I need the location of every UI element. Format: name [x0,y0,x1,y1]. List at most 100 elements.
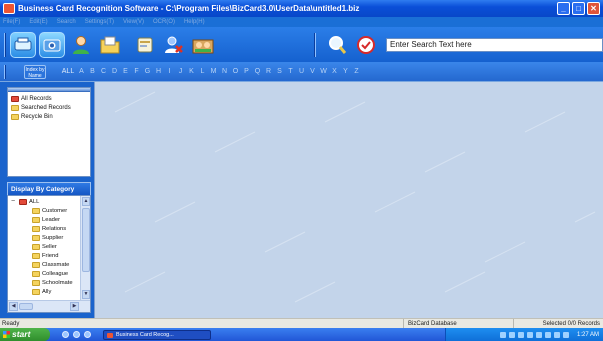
letter-p[interactable]: P [241,68,252,75]
category-item-ally[interactable]: Ally [8,287,80,296]
letter-o[interactable]: O [230,68,241,75]
folder-icon [19,198,27,205]
letter-z[interactable]: Z [351,68,362,75]
letter-all[interactable]: ALL [60,68,76,75]
category-item-supplier[interactable]: Supplier [8,233,80,242]
toolbar: Enter Search Text here [0,27,603,62]
tree-item-searched-records[interactable]: Searched Records [11,103,90,112]
menu-settings[interactable]: Settings(T) [85,19,114,25]
tray-icon[interactable] [499,331,506,338]
toolbar-grip[interactable] [4,32,6,57]
letter-x[interactable]: X [329,68,340,75]
alphabar-grip[interactable] [4,64,6,79]
close-button[interactable]: ✕ [587,2,600,15]
letter-f[interactable]: F [131,68,142,75]
tray-icon[interactable] [553,331,560,338]
search-icon[interactable] [324,32,350,58]
add-contact-icon[interactable] [68,32,94,58]
letter-t[interactable]: T [285,68,296,75]
tray-icon[interactable] [544,331,551,338]
letter-q[interactable]: Q [252,68,263,75]
taskbar-app-item[interactable]: Business Card Recog... [103,329,211,340]
letter-j[interactable]: J [175,68,186,75]
menu-help[interactable]: Help(H) [184,19,205,25]
category-horizontal-scrollbar[interactable]: ◀ ▶ [8,300,90,312]
tree-item-recycle-bin[interactable]: Recycle Bin [11,112,90,121]
letter-w[interactable]: W [318,68,329,75]
card-view-area[interactable] [94,82,603,318]
index-label-line1: Index by [25,66,45,73]
letter-e[interactable]: E [120,68,131,75]
category-root-label: ALL [29,198,40,205]
open-folder-icon[interactable] [97,32,123,58]
scroll-right-icon[interactable]: ▶ [70,302,79,311]
menu-view[interactable]: View(V) [123,19,144,25]
scroll-down-icon[interactable]: ▼ [82,290,90,299]
letter-a[interactable]: A [76,68,87,75]
category-item-colleague[interactable]: Colleague [8,269,80,278]
category-label: Supplier [42,234,64,241]
media-icon[interactable] [73,331,80,338]
category-item-relations[interactable]: Relations [8,224,80,233]
letter-h[interactable]: H [153,68,164,75]
category-item-customer[interactable]: Customer [8,206,80,215]
letter-v[interactable]: V [307,68,318,75]
category-vertical-scrollbar[interactable]: ▲ ▼ [80,196,90,300]
letter-i[interactable]: I [164,68,175,75]
menu-search[interactable]: Search [57,19,76,25]
category-item-schoolmate[interactable]: Schoolmate [8,278,80,287]
contacts-icon[interactable] [190,32,216,58]
menu-file[interactable]: File(F) [3,19,20,25]
title-bar[interactable]: Business Card Recognition Software - C:\… [0,0,603,17]
letter-r[interactable]: R [263,68,274,75]
tray-icon[interactable] [508,331,515,338]
scroll-left-icon[interactable]: ◀ [9,302,18,311]
folder-icon [32,216,40,223]
card-icon[interactable] [132,32,158,58]
scan-icon[interactable] [10,31,36,58]
taskbar-app-label: Business Card Recog... [116,331,174,338]
letter-l[interactable]: L [197,68,208,75]
delete-contact-icon[interactable] [161,32,187,58]
category-item-classmate[interactable]: Classmate [8,260,80,269]
letter-s[interactable]: S [274,68,285,75]
letter-m[interactable]: M [208,68,219,75]
tray-icon[interactable] [562,331,569,338]
index-by-name-button[interactable]: Index by Name [24,64,46,79]
category-item-leader[interactable]: Leader [8,215,80,224]
letter-g[interactable]: G [142,68,153,75]
search-input[interactable]: Enter Search Text here [386,37,603,52]
scroll-thumb[interactable] [82,208,90,272]
letter-k[interactable]: K [186,68,197,75]
menu-bar: File(F) Edit(E) Search Settings(T) View(… [0,17,603,27]
letter-c[interactable]: C [98,68,109,75]
tray-icon[interactable] [535,331,542,338]
tree-item-all-records[interactable]: All Records [11,94,90,103]
letter-d[interactable]: D [109,68,120,75]
category-item-friend[interactable]: Friend [8,251,80,260]
letter-b[interactable]: B [87,68,98,75]
letter-y[interactable]: Y [340,68,351,75]
menu-edit[interactable]: Edit(E) [29,19,47,25]
letter-n[interactable]: N [219,68,230,75]
letter-u[interactable]: U [296,68,307,75]
scroll-thumb[interactable] [19,303,33,310]
start-label: start [12,329,31,339]
maximize-button[interactable]: □ [572,2,585,15]
tray-icon[interactable] [526,331,533,338]
collapse-icon[interactable]: − [11,198,19,205]
category-item-seller[interactable]: Seller [8,242,80,251]
minimize-button[interactable]: _ [557,2,570,15]
folder-icon [32,252,40,259]
camera-icon[interactable] [39,31,65,58]
tray-icon[interactable] [517,331,524,338]
start-button[interactable]: start [0,328,50,341]
folder-icon [32,243,40,250]
browser-icon[interactable] [62,331,69,338]
filter-icon[interactable] [353,32,379,58]
desktop-icon[interactable] [84,331,91,338]
folder-icon [32,225,40,232]
category-root-all[interactable]: − ALL [8,197,80,206]
scroll-up-icon[interactable]: ▲ [82,197,90,206]
menu-ocr[interactable]: OCR(O) [153,19,175,25]
